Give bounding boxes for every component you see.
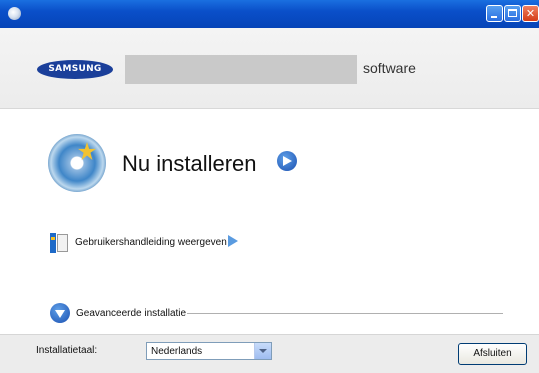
- maximize-button[interactable]: [504, 5, 521, 22]
- app-icon: [8, 7, 21, 20]
- brand-text: SAMSUNG: [48, 64, 102, 74]
- language-value: Nederlands: [151, 346, 203, 357]
- exit-button[interactable]: Afsluiten: [458, 343, 527, 365]
- software-label: software: [363, 60, 416, 76]
- maximize-icon: [508, 9, 517, 17]
- language-select[interactable]: Nederlands: [146, 342, 272, 360]
- install-now-link[interactable]: Nu installeren: [122, 151, 257, 177]
- close-icon: ✕: [525, 7, 536, 20]
- close-button[interactable]: ✕: [522, 5, 539, 22]
- separator-line: [187, 313, 503, 314]
- language-label: Installatietaal:: [36, 345, 98, 356]
- user-guide-link[interactable]: Gebruikershandleiding weergeven: [75, 237, 227, 248]
- samsung-logo: SAMSUNG: [37, 60, 113, 79]
- manual-book-icon[interactable]: [50, 233, 68, 253]
- chevron-down-icon[interactable]: [254, 343, 271, 359]
- advanced-install-link[interactable]: Geavanceerde installatie: [76, 308, 186, 319]
- minimize-button[interactable]: [486, 5, 503, 22]
- arrow-down-circle-icon[interactable]: [50, 303, 70, 323]
- model-name-placeholder: [125, 55, 357, 84]
- minimize-icon: [491, 16, 497, 18]
- star-icon: [78, 142, 96, 160]
- title-bar: ✕: [0, 0, 539, 28]
- play-triangle-icon[interactable]: [228, 235, 238, 247]
- cd-star-icon[interactable]: [48, 134, 106, 192]
- arrow-right-circle-icon[interactable]: [277, 151, 297, 171]
